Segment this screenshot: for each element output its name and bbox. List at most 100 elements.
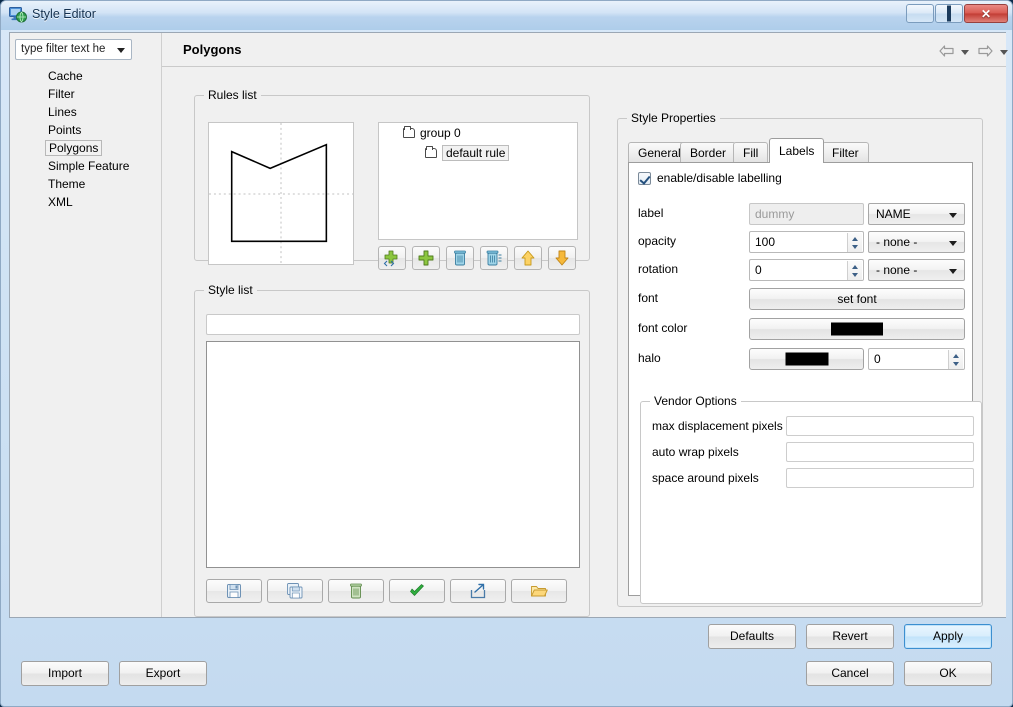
- chevron-down-icon: [949, 213, 957, 218]
- style-list-box[interactable]: [206, 341, 580, 568]
- open-style-button[interactable]: [511, 579, 567, 603]
- stepper-down-icon[interactable]: [953, 362, 959, 366]
- space-around-input[interactable]: [786, 468, 974, 488]
- style-editor-window: Style Editor ✕ type filter text he Cache…: [0, 0, 1013, 707]
- sidebar-item-polygons[interactable]: Polygons: [10, 139, 161, 157]
- open-folder-icon: [531, 586, 548, 597]
- arrow-down-icon: [555, 250, 569, 266]
- max-displacement-input[interactable]: [786, 416, 974, 436]
- rule-node-group-0[interactable]: group 0: [379, 123, 577, 143]
- forward-dropdown-icon[interactable]: [1000, 50, 1008, 55]
- tab-labels[interactable]: Labels: [769, 138, 825, 163]
- stepper-down-icon[interactable]: [852, 245, 858, 249]
- save-as-style-button[interactable]: [267, 579, 323, 603]
- window-title: Style Editor: [32, 7, 96, 21]
- rotation-attribute-value: - none -: [876, 263, 918, 277]
- ok-button[interactable]: OK: [904, 661, 992, 686]
- halo-color-button[interactable]: [749, 348, 864, 370]
- folder-icon: [403, 126, 415, 138]
- delete-rule-button[interactable]: [446, 246, 474, 270]
- rules-tree[interactable]: group 0 default rule: [378, 122, 578, 240]
- rotation-input[interactable]: 0: [749, 259, 864, 281]
- rotation-stepper[interactable]: [847, 261, 862, 280]
- export-style-button[interactable]: [450, 579, 506, 603]
- pane-header: Polygons: [162, 33, 1008, 67]
- label-input[interactable]: dummy: [749, 203, 864, 225]
- font-color-label: font color: [638, 321, 688, 335]
- forward-arrow-icon[interactable]: [978, 45, 993, 57]
- sidebar-item-label: Cache: [48, 69, 83, 83]
- sidebar-item-filter[interactable]: Filter: [10, 85, 161, 103]
- stepper-up-icon[interactable]: [852, 237, 858, 241]
- rotation-value: 0: [755, 263, 762, 277]
- rules-list-title: Rules list: [204, 88, 261, 102]
- halo-width-stepper[interactable]: [948, 350, 963, 369]
- export-button[interactable]: Export: [119, 661, 207, 686]
- opacity-stepper[interactable]: [847, 233, 862, 252]
- auto-wrap-label: auto wrap pixels: [652, 445, 739, 459]
- save-style-button[interactable]: [206, 579, 262, 603]
- delete-all-button[interactable]: [480, 246, 508, 270]
- sidebar-item-lines[interactable]: Lines: [10, 103, 161, 121]
- stepper-up-icon[interactable]: [953, 354, 959, 358]
- apply-style-button[interactable]: [389, 579, 445, 603]
- rule-node-label: default rule: [442, 145, 510, 161]
- opacity-input[interactable]: 100: [749, 231, 864, 253]
- rotation-attribute-combo[interactable]: - none -: [868, 259, 965, 281]
- floppy-save-icon: [227, 584, 241, 598]
- font-color-button[interactable]: [749, 318, 965, 340]
- halo-width-input[interactable]: 0: [868, 348, 965, 370]
- font-color-swatch: [831, 322, 883, 336]
- apply-button[interactable]: Apply: [904, 624, 992, 649]
- delete-style-button[interactable]: [328, 579, 384, 603]
- revert-button[interactable]: Revert: [806, 624, 894, 649]
- maximize-button[interactable]: [935, 4, 963, 23]
- move-down-button[interactable]: [548, 246, 576, 270]
- filter-input-value: type filter text he: [21, 43, 106, 55]
- move-up-button[interactable]: [514, 246, 542, 270]
- dialog-button-bar: Defaults Revert Apply Import Export Canc…: [9, 619, 1006, 699]
- close-button[interactable]: ✕: [964, 4, 1008, 23]
- vendor-options-title: Vendor Options: [650, 394, 741, 408]
- tab-filter[interactable]: Filter: [822, 142, 869, 163]
- import-button[interactable]: Import: [21, 661, 109, 686]
- enable-labelling-checkbox[interactable]: [638, 172, 651, 185]
- add-rule-button[interactable]: [412, 246, 440, 270]
- cancel-button[interactable]: Cancel: [806, 661, 894, 686]
- back-dropdown-icon[interactable]: [961, 50, 969, 55]
- minimize-button[interactable]: [906, 4, 934, 23]
- opacity-attribute-combo[interactable]: - none -: [868, 231, 965, 253]
- sidebar-item-label: Filter: [48, 87, 75, 101]
- polygons-settings-pane: Polygons Rules list group 0 default rule…: [162, 33, 1008, 617]
- label-attribute-combo[interactable]: NAME: [868, 203, 965, 225]
- add-group-icon: [383, 250, 398, 267]
- label-field-label: label: [638, 206, 664, 220]
- tab-fill[interactable]: Fill: [733, 142, 769, 163]
- opacity-label: opacity: [638, 234, 677, 248]
- auto-wrap-input[interactable]: [786, 442, 974, 462]
- title-bar: Style Editor ✕: [1, 1, 1012, 30]
- stepper-up-icon[interactable]: [852, 265, 858, 269]
- export-arrow-icon: [470, 583, 486, 599]
- style-name-input[interactable]: [206, 314, 580, 335]
- sidebar-item-xml[interactable]: XML: [10, 193, 161, 211]
- halo-width-value: 0: [874, 352, 881, 366]
- plus-icon: [418, 250, 434, 266]
- sidebar-item-theme[interactable]: Theme: [10, 175, 161, 193]
- defaults-button[interactable]: Defaults: [708, 624, 796, 649]
- stepper-down-icon[interactable]: [852, 273, 858, 277]
- back-arrow-icon[interactable]: [939, 45, 954, 57]
- tab-border[interactable]: Border: [680, 142, 737, 163]
- set-font-button[interactable]: set font: [749, 288, 965, 310]
- trash-all-icon: [486, 250, 502, 266]
- rule-node-default-rule[interactable]: default rule: [379, 143, 577, 163]
- halo-label: halo: [638, 351, 661, 365]
- add-group-button[interactable]: [378, 246, 406, 270]
- chevron-down-icon: [949, 269, 957, 274]
- sidebar-item-cache[interactable]: Cache: [10, 67, 161, 85]
- sidebar-item-simple-feature[interactable]: Simple Feature: [10, 157, 161, 175]
- space-around-label: space around pixels: [652, 471, 759, 485]
- sidebar-item-points[interactable]: Points: [10, 121, 161, 139]
- filter-input[interactable]: type filter text he: [15, 39, 132, 60]
- vendor-options-group: Vendor Options max displacement pixels a…: [640, 394, 982, 604]
